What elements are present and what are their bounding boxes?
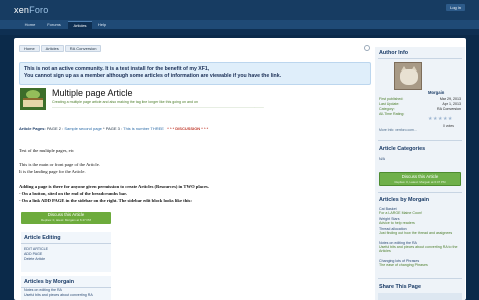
list-item[interactable]: Notes on editing the RA Useful bits and … xyxy=(379,241,461,254)
last-update-label: Last Update: xyxy=(379,102,400,106)
list-item[interactable]: Useful bits and pieces about converting … xyxy=(21,293,111,298)
list-item[interactable]: Cat Basket For a LARGE Maine Coon! xyxy=(379,207,461,215)
article-description: Creating a multiple page article and als… xyxy=(52,100,264,109)
article-sub: For a LARGE Maine Coon! xyxy=(379,211,422,216)
page3-label: * PAGE 3 xyxy=(103,126,120,131)
article-paragraph: - On a button, sited on the end of the b… xyxy=(19,191,127,196)
article-paragraph: It is the landing page for the Article. xyxy=(19,169,86,174)
embedded-discuss-button[interactable]: Discuss this Article Replies: 0, latest:… xyxy=(21,212,111,224)
login-button[interactable]: Log in xyxy=(446,4,465,11)
page3-link[interactable]: This is number THREE xyxy=(123,126,164,131)
rating-stars-icon[interactable]: ★★★★★ xyxy=(428,116,453,122)
article-pages-nav: Article Pages: PAGE 2 : Sample second pa… xyxy=(19,126,208,131)
article-paragraph: This is the main or front page of the Ar… xyxy=(19,162,100,167)
more-info-link[interactable]: More Info: xenforo.com... xyxy=(379,128,417,132)
category-label: Category: xyxy=(379,107,395,111)
breadcrumb: Home Articles RA Conversion xyxy=(19,45,102,52)
article-paragraph: Test of the multiple pages, etc xyxy=(19,148,75,153)
list-item[interactable]: Weight Stars Advice to help readers xyxy=(379,217,461,225)
articles-by-header: Articles by Morgain xyxy=(379,197,430,203)
article-sub: Just finding out how the thread and assi… xyxy=(379,231,453,236)
author-username[interactable]: Morgain xyxy=(428,90,444,95)
article-sub: Useful bits and pieces about converting … xyxy=(379,245,458,254)
breadcrumb-ra-conversion[interactable]: RA Conversion xyxy=(64,45,102,52)
list-item[interactable]: Thread allocation Just finding out how t… xyxy=(379,227,461,235)
discuss-article-label: Discuss this Article xyxy=(401,174,439,179)
divider xyxy=(378,58,462,59)
pages-label: Article Pages: xyxy=(19,126,46,131)
share-page-header: Share This Page xyxy=(379,284,421,290)
divider xyxy=(378,140,462,141)
divider xyxy=(378,278,462,279)
breadcrumb-home[interactable]: Home xyxy=(19,45,40,52)
rating-label: All-Time Rating: xyxy=(379,112,405,116)
article-categories-header: Article Categories xyxy=(379,146,426,152)
embedded-discuss-sub: Replies: 0, latest: Morgain at 6:47 PM xyxy=(40,218,92,222)
author-info-header: Author Info xyxy=(379,50,409,56)
article-title: Multiple page Article xyxy=(52,88,133,98)
search-icon[interactable] xyxy=(364,45,370,51)
avatar[interactable] xyxy=(394,62,422,90)
site-notice: This is not an active community. It is a… xyxy=(19,62,371,85)
divider xyxy=(378,192,462,193)
article-paragraph: Adding a page is there for anyone given … xyxy=(19,184,209,189)
votes-count: 0 votes xyxy=(443,124,454,128)
tab-help[interactable]: Help xyxy=(94,21,110,29)
embedded-editing-block: Article Editing EDIT ARTICLE ADD PAGE De… xyxy=(21,232,111,272)
article-sub: The ease of changing Phrases xyxy=(379,263,428,268)
article-icon xyxy=(20,88,46,110)
discuss-article-button[interactable]: Discuss this Article Replies: 0, Latest:… xyxy=(379,172,461,186)
breadcrumb-articles[interactable]: Articles xyxy=(40,45,64,52)
delete-article-link[interactable]: Delete Article xyxy=(21,257,111,262)
tab-home[interactable]: Home xyxy=(21,21,39,29)
articles-by-header: Articles by Morgain xyxy=(21,276,111,288)
site-header xyxy=(0,0,479,20)
first-published-label: First published: xyxy=(379,97,404,101)
discuss-article-sub: Replies: 0, Latest: Morgain at 6:47 PM xyxy=(394,180,446,184)
article-sub: Advice to help readers xyxy=(379,221,415,226)
discussion-link[interactable]: * * * DISCUSSION * * * xyxy=(167,126,208,131)
list-item[interactable]: Changing lots of Phrases The ease of cha… xyxy=(379,259,461,267)
notice-line-2: You cannot sign up as a member although … xyxy=(24,73,282,79)
editing-header: Article Editing xyxy=(21,232,111,244)
page2-link[interactable]: Sample second page xyxy=(64,126,102,131)
notice-line-1: This is not an active community. It is a… xyxy=(24,66,210,72)
share-bar xyxy=(378,293,462,300)
tab-articles[interactable]: Articles xyxy=(68,21,92,29)
tab-forums[interactable]: Forums xyxy=(44,21,64,29)
embedded-articles-by-block: Articles by Morgain Notes on editing the… xyxy=(21,276,111,300)
category-link[interactable]: N/A xyxy=(379,157,385,161)
site-logo[interactable]: xenForo xyxy=(14,5,48,15)
article-paragraph: - On a link ADD PAGE in the sidebar on t… xyxy=(19,198,192,203)
sub-nav-bar xyxy=(0,29,479,35)
page2-label: PAGE 2 xyxy=(46,126,61,131)
